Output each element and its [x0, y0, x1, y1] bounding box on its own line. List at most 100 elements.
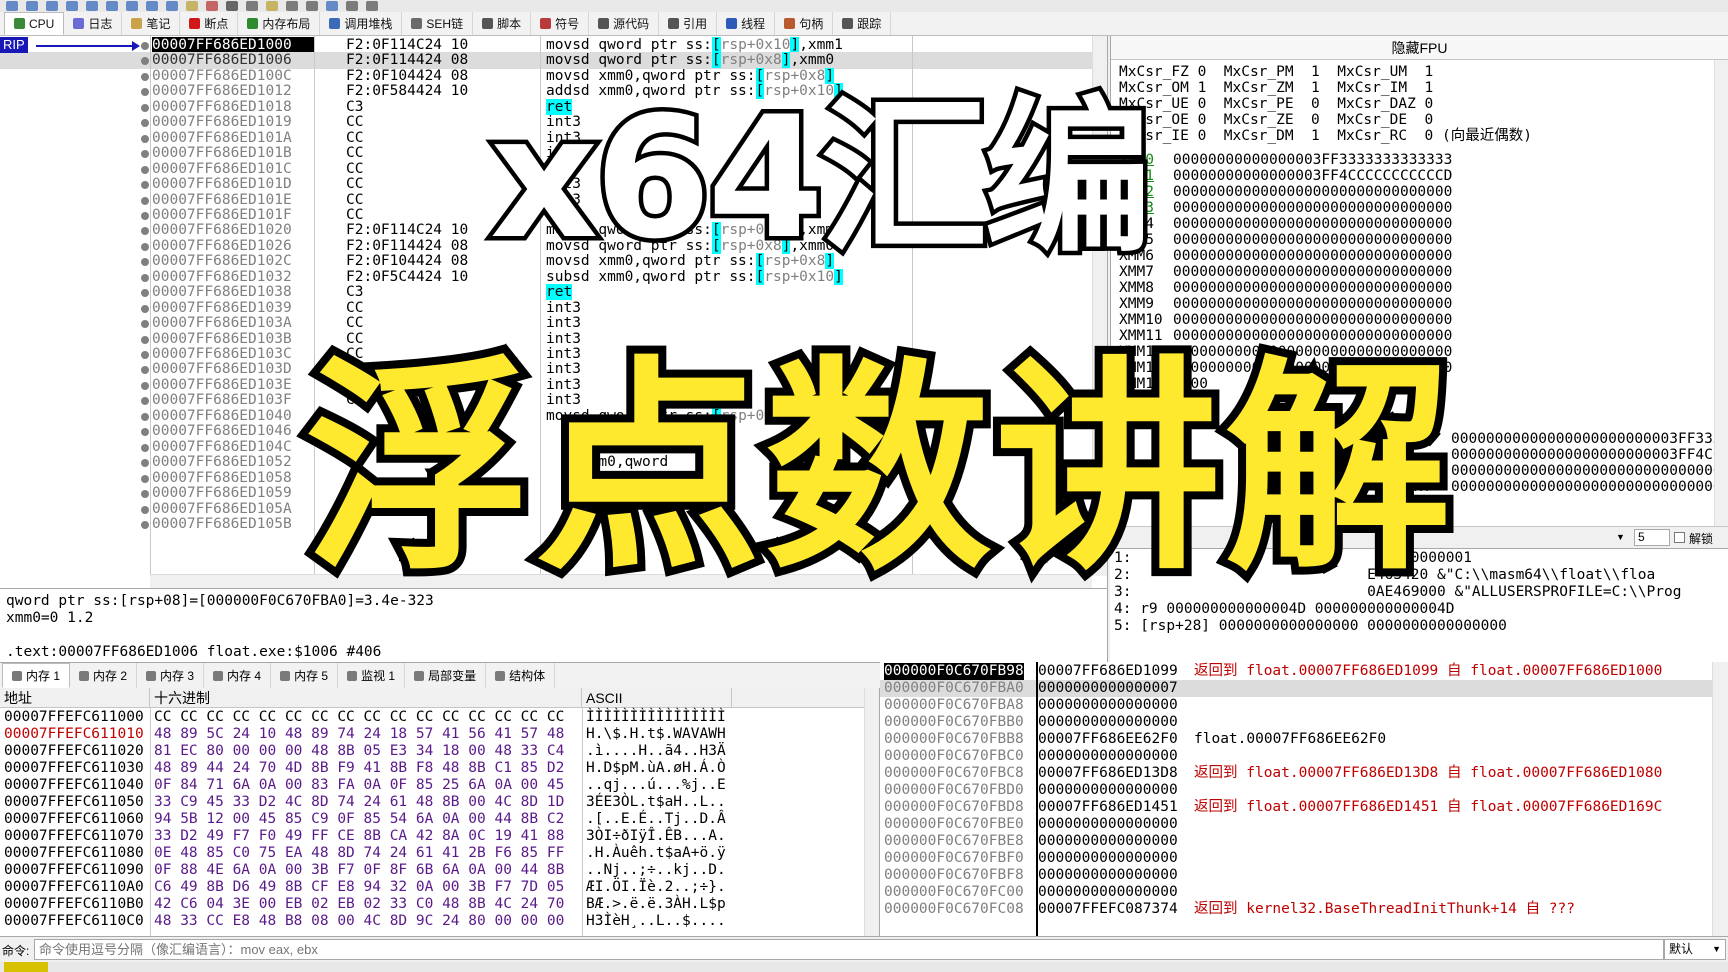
- tab-references[interactable]: 引用: [659, 12, 718, 35]
- xmm-register-row[interactable]: XMM13 00000000000000000000000000000000: [1119, 360, 1452, 376]
- call-arg-row[interactable]: 1: 00000001: [1114, 550, 1724, 567]
- dump-row[interactable]: 00007FFEFC611000 CC CC CC CC CC CC CC CC …: [0, 709, 864, 726]
- disasm-row[interactable]: 00007FF686ED1038 C3 ret: [0, 284, 1092, 301]
- dump-row[interactable]: 00007FFEFC611090 0F 88 4E 6A 0A 00 3B F7 …: [0, 862, 864, 879]
- stack-scrollbar[interactable]: [1712, 662, 1728, 936]
- breakpoint-dot-icon[interactable]: [141, 42, 149, 50]
- stack-row[interactable]: 000000F0C670FBE8 0000000000000000: [880, 833, 1712, 850]
- breakpoint-dot-icon[interactable]: [141, 196, 149, 205]
- disasm-row[interactable]: 00007FF686ED101D CC int3: [0, 176, 1092, 193]
- tab-call-stack[interactable]: 调用堆栈: [320, 12, 403, 35]
- disasm-row[interactable]: 00007FF686ED101A CC int3: [0, 130, 1092, 147]
- toolbar-button-icon[interactable]: [6, 1, 18, 11]
- stack-pane[interactable]: 000000F0C670FB98 00007FF686ED1099 返回到 floa…: [880, 662, 1728, 936]
- disasm-row[interactable]: 00007FF686ED1059: [0, 485, 1092, 502]
- xmm-register-row[interactable]: XMM0 00000000000000003FF3333333333333: [1119, 152, 1452, 168]
- stack-row[interactable]: 000000F0C670FBA0 0000000000000007: [880, 680, 1712, 697]
- command-input[interactable]: [34, 939, 1664, 960]
- toolbar-button-icon[interactable]: [366, 1, 378, 11]
- disasm-row[interactable]: 00007FF686ED1006 F2:0F114424 08 movsd qwor…: [0, 52, 1092, 70]
- call-arg-row[interactable]: 2: E463420 &"C:\\masm64\\float\\floa: [1114, 567, 1724, 584]
- tab-threads[interactable]: 线程: [717, 12, 776, 35]
- dump-row[interactable]: 00007FFEFC6110B0 42 C6 04 3E 00 EB 02 EB …: [0, 896, 864, 913]
- breakpoint-dot-icon[interactable]: [141, 505, 149, 514]
- disasm-row[interactable]: 00007FF686ED1026 F2:0F114424 08 movsd qwor…: [0, 237, 1092, 255]
- toolbar-button-icon[interactable]: [166, 1, 178, 11]
- xmm-register-row[interactable]: XMM5 00000000000000000000000000000000: [1119, 232, 1452, 248]
- toolbar-button-icon[interactable]: [26, 1, 38, 11]
- registers-scrollbar[interactable]: [1714, 60, 1728, 542]
- disasm-row[interactable]: 00007FF686ED1018 C3 ret: [0, 98, 1092, 116]
- breakpoint-dot-icon[interactable]: [141, 459, 149, 468]
- breakpoint-dot-icon[interactable]: [141, 381, 149, 390]
- toolbar-button-icon[interactable]: [226, 1, 238, 11]
- call-args-pane[interactable]: 1: 00000001 2: E463420 &"C:\\masm64\\floa…: [1110, 548, 1728, 662]
- disasm-row[interactable]: 00007FF686ED1052 xmm0,qword: [0, 454, 1092, 471]
- tab-notes[interactable]: 笔记: [122, 12, 181, 35]
- breakpoint-dot-icon[interactable]: [141, 443, 149, 452]
- stack-row[interactable]: 000000F0C670FBC0 0000000000000000: [880, 748, 1712, 765]
- stack-row[interactable]: 000000F0C670FBD8 00007FF686ED1451 返回到 floa…: [880, 799, 1712, 816]
- breakpoint-dot-icon[interactable]: [141, 165, 149, 174]
- disasm-row[interactable]: 00007FF686ED1000 F2:0F114C24 10 movsd qwor…: [0, 37, 1092, 54]
- disasm-row[interactable]: 00007FF686ED101C CC int3: [0, 161, 1092, 178]
- tab-source[interactable]: 源代码: [589, 12, 660, 35]
- disasm-row[interactable]: 00007FF686ED103D CC int3: [0, 361, 1092, 378]
- stack-row[interactable]: 000000F0C670FBB0 0000000000000000: [880, 714, 1712, 731]
- xmm-register-row[interactable]: XMM12 00000000000000000000000000000000: [1119, 344, 1452, 360]
- tab-breakpoint[interactable]: 断点: [180, 12, 239, 35]
- xmm-register-row[interactable]: XMM14 0000: [1119, 376, 1208, 392]
- command-mode-select[interactable]: 默认 ▼: [1664, 939, 1726, 960]
- ymm-register-row[interactable]: YM 00000000000000000000000000000000000000: [1411, 479, 1728, 495]
- dump-scrollbar[interactable]: [864, 688, 879, 936]
- breakpoint-dot-icon[interactable]: [141, 119, 149, 128]
- toolbar-button-icon[interactable]: [326, 1, 338, 11]
- dump-tab[interactable]: 内存 1: [2, 663, 71, 688]
- disasm-row[interactable]: 00007FF686ED1019 CC int3: [0, 114, 1092, 131]
- stack-row[interactable]: 000000F0C670FBE0 0000000000000000: [880, 816, 1712, 833]
- dump-row[interactable]: 00007FFEFC611020 81 EC 80 00 00 00 48 8B …: [0, 743, 864, 760]
- xmm-register-row[interactable]: XMM6 00000000000000000000000000000000: [1119, 248, 1452, 264]
- disasm-row[interactable]: 00007FF686ED103A CC int3: [0, 315, 1092, 332]
- xmm-register-row[interactable]: XMM9 00000000000000000000000000000000: [1119, 296, 1452, 312]
- breakpoint-dot-icon[interactable]: [141, 428, 149, 437]
- stack-row[interactable]: 000000F0C670FBF0 0000000000000000: [880, 850, 1712, 867]
- breakpoint-dot-icon[interactable]: [141, 490, 149, 499]
- disasm-row[interactable]: 00007FF686ED1020 F2:0F114C24 10 movsd qwor…: [0, 222, 1092, 239]
- disasm-row[interactable]: 00007FF686ED103F CC int3: [0, 392, 1092, 409]
- breakpoint-dot-icon[interactable]: [141, 273, 149, 282]
- toolbar-button-icon[interactable]: [186, 1, 198, 11]
- dump-tab[interactable]: 结构体: [486, 663, 556, 688]
- dump-tab[interactable]: 内存 3: [137, 663, 205, 688]
- toolbar-button-icon[interactable]: [246, 1, 258, 11]
- disasm-hscrollbar[interactable]: [150, 574, 1092, 588]
- call-arg-row[interactable]: 5: [rsp+28] 0000000000000000 00000000000…: [1114, 618, 1724, 635]
- tab-seh[interactable]: SEH链: [402, 12, 474, 35]
- disasm-row[interactable]: 00007FF686ED100C F2:0F104424 08 movsd xmm0…: [0, 67, 1092, 85]
- call-arg-row[interactable]: 3: 0AE469000 &"ALLUSERSPROFILE=C:\\Prog: [1114, 584, 1724, 601]
- stack-row[interactable]: 000000F0C670FBC8 00007FF686ED13D8 返回到 floa…: [880, 765, 1712, 782]
- xmm-register-row[interactable]: XMM3 00000000000000000000000000000000: [1119, 200, 1452, 216]
- toolbar-button-icon[interactable]: [206, 1, 218, 11]
- disasm-row[interactable]: 00007FF686ED1046: [0, 423, 1092, 440]
- breakpoint-dot-icon[interactable]: [141, 227, 149, 236]
- tab-script[interactable]: 脚本: [473, 12, 532, 35]
- breakpoint-dot-icon[interactable]: [141, 103, 149, 112]
- disasm-row[interactable]: 00007FF686ED105B: [0, 516, 1092, 533]
- disasm-row[interactable]: 00007FF686ED102C F2:0F104424 08 movsd xmm0…: [0, 253, 1092, 270]
- disasm-scrollbar[interactable]: [1092, 36, 1107, 576]
- breakpoint-dot-icon[interactable]: [141, 242, 149, 251]
- breakpoint-dot-icon[interactable]: [141, 181, 149, 190]
- toolbar-button-icon[interactable]: [266, 1, 278, 11]
- breakpoint-dot-icon[interactable]: [141, 520, 149, 529]
- breakpoint-dot-icon[interactable]: [141, 211, 149, 220]
- stack-row[interactable]: 000000F0C670FBD0 0000000000000000: [880, 782, 1712, 799]
- stack-row[interactable]: 000000F0C670FB98 00007FF686ED1099 返回到 floa…: [880, 663, 1712, 680]
- disasm-row[interactable]: 00007FF686ED1039 CC int3: [0, 300, 1092, 317]
- stack-row[interactable]: 000000F0C670FC08 00007FFEFC087374 返回到 kern…: [880, 901, 1712, 918]
- breakpoint-dot-icon[interactable]: [141, 474, 149, 483]
- breakpoint-dot-icon[interactable]: [141, 397, 149, 406]
- toolbar-button-icon[interactable]: [106, 1, 118, 11]
- stack-row[interactable]: 000000F0C670FC00 0000000000000000: [880, 884, 1712, 901]
- tab-trace[interactable]: 跟踪: [833, 12, 892, 35]
